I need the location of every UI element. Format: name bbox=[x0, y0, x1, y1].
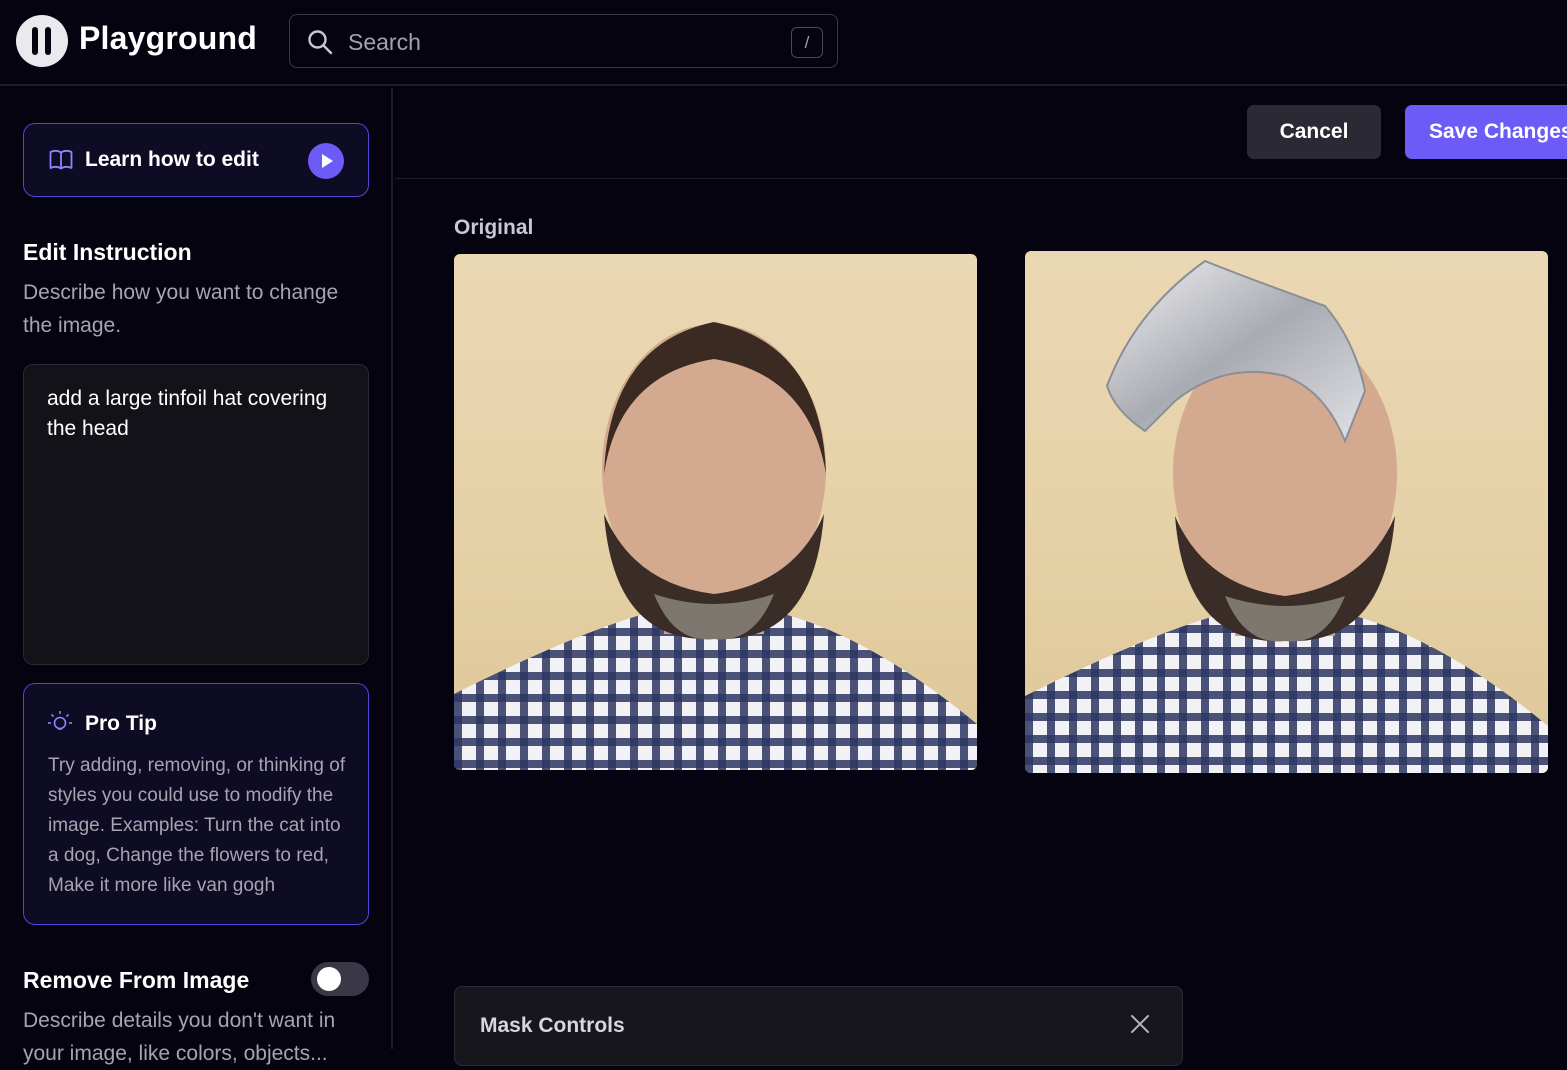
edit-instruction-input[interactable] bbox=[47, 384, 347, 644]
original-image-label: Original bbox=[454, 216, 534, 239]
search-shortcut-hint: / bbox=[791, 27, 823, 58]
cancel-button[interactable]: Cancel bbox=[1247, 105, 1381, 159]
pro-tip-title: Pro Tip bbox=[85, 712, 157, 735]
action-bar: Cancel Save Changes bbox=[395, 88, 1567, 179]
top-bar: Playground / bbox=[0, 0, 1567, 86]
playground-logo-icon[interactable] bbox=[16, 15, 68, 67]
lightbulb-icon bbox=[48, 711, 72, 730]
edit-instruction-description: Describe how you want to change the imag… bbox=[23, 281, 339, 337]
original-image bbox=[454, 254, 977, 770]
learn-label: Learn how to edit bbox=[85, 148, 259, 171]
edit-instruction-title: Edit Instruction bbox=[23, 239, 192, 265]
save-changes-button[interactable]: Save Changes bbox=[1405, 105, 1567, 159]
edit-sidebar: Learn how to edit Edit Instruction Descr… bbox=[0, 88, 393, 1065]
play-icon[interactable] bbox=[308, 143, 344, 179]
mask-controls-title: Mask Controls bbox=[480, 1014, 625, 1037]
toggle-knob bbox=[317, 967, 341, 991]
app-name[interactable]: Playground bbox=[79, 20, 257, 57]
book-open-icon bbox=[49, 150, 73, 170]
remove-from-image-description: Describe details you don't want in your … bbox=[23, 1009, 336, 1065]
search-input[interactable] bbox=[348, 25, 768, 59]
mask-controls-panel: Mask Controls bbox=[454, 986, 1183, 1066]
learn-how-to-edit-button[interactable]: Learn how to edit bbox=[23, 123, 369, 197]
edit-instruction-box[interactable] bbox=[23, 364, 369, 665]
remove-from-image-toggle[interactable] bbox=[311, 962, 369, 996]
close-icon[interactable] bbox=[1129, 1013, 1151, 1035]
search-icon bbox=[308, 30, 333, 55]
edited-image bbox=[1025, 251, 1548, 773]
pro-tip-card: Pro Tip Try adding, removing, or thinkin… bbox=[23, 683, 369, 925]
remove-from-image-title: Remove From Image bbox=[23, 967, 250, 993]
pro-tip-body: Try adding, removing, or thinking of sty… bbox=[48, 755, 346, 896]
search-box[interactable]: / bbox=[289, 14, 838, 68]
